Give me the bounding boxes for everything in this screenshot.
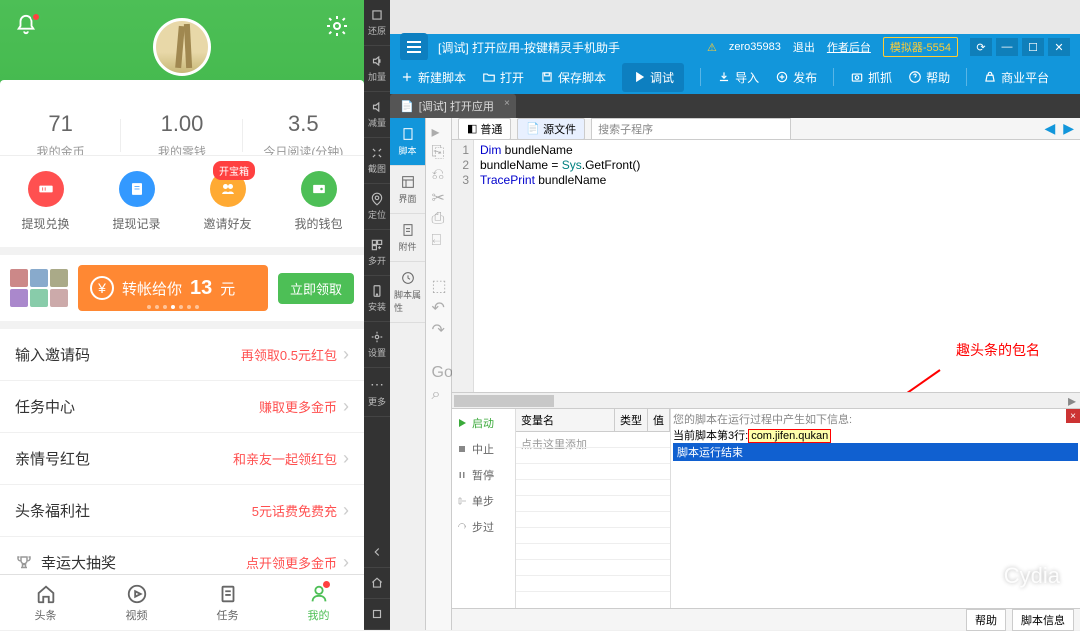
vars-table: 变量名类型值 点击这里添加 [516,409,671,608]
vt-back[interactable] [364,537,390,568]
db-run[interactable]: 启动 [456,415,511,431]
tb-help[interactable]: 帮助 [908,69,950,86]
emulator-toolbar: 还原 加量 减量 截图 定位 多开 安装 设置 ⋯更多 [364,0,390,630]
vt-home[interactable] [364,568,390,599]
action-history[interactable]: 提现记录 [91,171,182,232]
wallet-icon [301,171,337,207]
code-area[interactable]: 123 Dim bundleNamebundleName = Sys.GetFr… [452,140,1080,392]
vt-volume-down[interactable]: 减量 [364,92,390,138]
tb-open[interactable]: 打开 [482,69,524,86]
list-family[interactable]: 亲情号红包和亲友一起领红包 [0,433,364,485]
annotation-text: 趣头条的包名 [956,340,1040,360]
hscroll[interactable]: ▸ [452,392,1080,408]
promo-banner[interactable]: ¥ 转帐给你13元 [78,265,268,311]
et-source[interactable]: 📄 源文件 [517,118,585,140]
doc-icon [119,171,155,207]
warn-icon: ⚠ [707,41,717,54]
list-welfare[interactable]: 头条福利社5元话费免费充 [0,485,364,537]
close-tab-icon[interactable]: × [504,98,510,109]
user-name[interactable]: zero35983 [729,41,781,53]
list-tasks[interactable]: 任务中心赚取更多金币 [0,381,364,433]
maximize-button[interactable]: ☐ [1022,38,1044,56]
yuan-icon: ¥ [90,276,114,300]
tb-publish[interactable]: 发布 [775,69,817,86]
hamburger-icon[interactable] [400,33,428,61]
tab-video[interactable]: 视频 [91,575,182,630]
lb-props[interactable]: 脚本属性 [390,262,425,323]
tb-new[interactable]: 新建脚本 [400,69,466,86]
avatar[interactable] [153,18,211,76]
vt-screenshot[interactable]: 截图 [364,138,390,184]
tab-tasks[interactable]: 任务 [182,575,273,630]
vt-install[interactable]: 安装 [364,276,390,322]
close-button[interactable]: ✕ [1048,38,1070,56]
db-stepover[interactable]: 步过 [456,519,511,535]
ide-window: [调试] 打开应用-按键精灵手机助手 ⚠ zero35983 退出 作者后台 模… [390,0,1080,630]
tb-save[interactable]: 保存脚本 [540,69,606,86]
action-withdraw[interactable]: 提现兑换 [0,171,91,232]
editor-gutter: ▸⎘⎌✂⎙⍇⬚↶↷Go⌕ [426,118,452,630]
editor-tabbar: 📄[调试] 打开应用× [390,94,1080,118]
avatars-grid [10,269,68,307]
refresh-icon[interactable]: ⟳ [970,38,992,56]
tab-mine[interactable]: 我的 [273,575,364,630]
vt-volume-up[interactable]: 加量 [364,46,390,92]
tb-capture[interactable]: 抓抓 [850,69,892,86]
lb-script[interactable]: 脚本 [390,118,425,166]
ticket-icon [28,171,64,207]
output-bundle-name: com.jifen.qukan [748,429,831,443]
tab-headlines[interactable]: 头条 [0,575,91,630]
vt-recent[interactable] [364,599,390,630]
vt-settings[interactable]: 设置 [364,322,390,368]
author-link[interactable]: 作者后台 [827,39,871,55]
watermark: Cydia [970,562,1060,590]
window-title: [调试] 打开应用-按键精灵手机助手 [438,39,620,56]
minimize-button[interactable]: — [996,38,1018,56]
panel-close-icon[interactable]: × [1066,409,1080,423]
tb-debug[interactable]: 调试 [622,63,684,92]
logout-link[interactable]: 退出 [793,39,815,55]
tabbar: 头条 视频 任务 我的 [0,574,364,630]
nav-prev[interactable]: ◀ [1044,120,1055,137]
emulator-badge[interactable]: 模拟器-5554 [883,37,958,57]
bt-info[interactable]: 脚本信息 [1012,609,1074,631]
et-normal[interactable]: ◧ 普通 [458,118,511,140]
tb-import[interactable]: 导入 [717,69,759,86]
phone-screen: 71我的金币 1.00我的零钱 3.5今日阅读(分钟) 提现兑换 提现记录 开宝… [0,0,364,630]
main-toolbar: 新建脚本 打开 保存脚本 调试 导入 发布 抓抓 帮助 商业平台 [390,60,1080,94]
actions-row: 提现兑换 提现记录 开宝箱 邀请好友 我的钱包 [0,155,364,247]
bottom-tabs: 帮助 脚本信息 [452,608,1080,630]
claim-button[interactable]: 立即领取 [278,273,354,304]
lb-attach[interactable]: 附件 [390,214,425,262]
file-icon: 📄 [400,100,414,113]
db-step[interactable]: 单步 [456,493,511,509]
bell-icon[interactable] [15,14,39,38]
bt-help[interactable]: 帮助 [966,609,1006,631]
promo-row: ¥ 转帐给你13元 立即领取 [0,255,364,321]
editor-tab[interactable]: 📄[调试] 打开应用× [390,94,516,118]
editor-tabs: ◧ 普通 📄 源文件 搜索子程序 ◀ ▶ [452,118,1080,140]
line-numbers: 123 [452,140,474,392]
db-stop[interactable]: 中止 [456,441,511,457]
action-wallet[interactable]: 我的钱包 [273,171,364,232]
vt-multi[interactable]: 多开 [364,230,390,276]
settings-list: 输入邀请码再领取0.5元红包 任务中心赚取更多金币 亲情号红包和亲友一起领红包 … [0,329,364,589]
gear-icon[interactable] [325,14,349,38]
db-pause[interactable]: 暂停 [456,467,511,483]
trophy-icon [15,554,33,572]
vt-restore[interactable]: 还原 [364,0,390,46]
nav-next[interactable]: ▶ [1063,120,1074,137]
badge-treasure: 开宝箱 [213,161,255,180]
action-invite[interactable]: 开宝箱 邀请好友 [182,171,273,232]
lb-ui[interactable]: 界面 [390,166,425,214]
titlebar: [调试] 打开应用-按键精灵手机助手 ⚠ zero35983 退出 作者后台 模… [390,34,1080,60]
list-invite-code[interactable]: 输入邀请码再领取0.5元红包 [0,329,364,381]
debug-buttons: 启动 中止 暂停 单步 步过 [452,409,516,608]
annotation-arrow [830,365,950,392]
ide-leftbar: 脚本 界面 附件 脚本属性 [390,118,426,630]
vt-more[interactable]: ⋯更多 [364,368,390,417]
tb-biz[interactable]: 商业平台 [983,69,1049,86]
vt-locate[interactable]: 定位 [364,184,390,230]
search-subroutine[interactable]: 搜索子程序 [591,118,791,140]
